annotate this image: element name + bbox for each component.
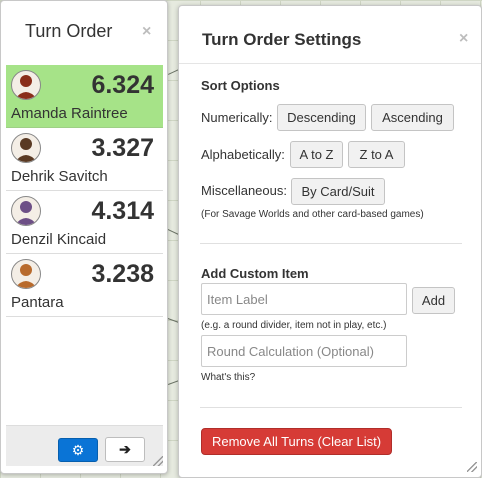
whats-this-link[interactable]: What's this?: [201, 372, 255, 383]
character-name: Pantara: [11, 294, 64, 311]
sort-ascending-button[interactable]: Ascending: [371, 104, 454, 131]
turn-list: 6.324 Amanda Raintree 3.327 Dehrik Savit…: [6, 65, 163, 317]
turn-entry[interactable]: 4.314 Denzil Kincaid: [6, 191, 163, 254]
miscellaneous-label: Miscellaneous:: [201, 183, 287, 198]
arrow-right-icon: ➔: [119, 441, 131, 457]
round-calculation-input[interactable]: Round Calculation (Optional): [201, 335, 407, 367]
character-name: Amanda Raintree: [11, 105, 128, 122]
resize-handle[interactable]: [153, 456, 163, 466]
avatar: [11, 196, 41, 226]
turn-entry[interactable]: 6.324 Amanda Raintree: [6, 65, 163, 128]
turn-entry[interactable]: 3.238 Pantara: [6, 254, 163, 317]
turn-entry[interactable]: 3.327 Dehrik Savitch: [6, 128, 163, 191]
character-name: Denzil Kincaid: [11, 231, 107, 248]
gear-icon: ⚙: [71, 441, 85, 458]
initiative-value[interactable]: 3.327: [91, 134, 154, 163]
divider: [200, 407, 462, 408]
divider: [179, 63, 481, 64]
divider: [200, 243, 462, 244]
initiative-value[interactable]: 4.314: [91, 197, 154, 226]
turn-order-settings-dialog: Turn Order Settings × Sort Options Numer…: [178, 5, 482, 478]
initiative-value[interactable]: 6.324: [91, 71, 154, 100]
alphabetically-label: Alphabetically:: [201, 147, 285, 162]
initiative-value[interactable]: 3.238: [91, 260, 154, 289]
settings-title: Turn Order Settings: [202, 30, 362, 49]
numerically-label: Numerically:: [201, 110, 273, 125]
item-label-note: (e.g. a round divider, item not in play,…: [201, 320, 387, 331]
avatar: [11, 133, 41, 163]
remove-all-turns-button[interactable]: Remove All Turns (Clear List): [201, 428, 392, 455]
avatar: [11, 259, 41, 289]
character-name: Dehrik Savitch: [11, 168, 108, 185]
resize-handle[interactable]: [467, 462, 477, 472]
settings-button[interactable]: ⚙: [58, 438, 98, 462]
turn-order-footer: ⚙ ➔: [6, 425, 163, 466]
close-icon[interactable]: ×: [459, 30, 468, 48]
sort-z-to-a-button[interactable]: Z to A: [348, 141, 405, 168]
sort-options-heading: Sort Options: [201, 78, 280, 93]
savage-worlds-note: (For Savage Worlds and other card-based …: [201, 209, 424, 220]
avatar: [11, 70, 41, 100]
close-icon[interactable]: ×: [142, 23, 151, 41]
next-turn-button[interactable]: ➔: [105, 437, 145, 462]
add-custom-item-heading: Add Custom Item: [201, 266, 309, 281]
item-label-input[interactable]: Item Label: [201, 283, 407, 315]
turn-order-panel: Turn Order × 6.324 Amanda Raintree 3.327…: [0, 0, 168, 474]
sort-by-card-suit-button[interactable]: By Card/Suit: [291, 178, 385, 205]
add-item-button[interactable]: Add: [412, 287, 455, 314]
sort-a-to-z-button[interactable]: A to Z: [290, 141, 343, 168]
turn-order-title: Turn Order: [25, 21, 113, 41]
sort-descending-button[interactable]: Descending: [277, 104, 366, 131]
